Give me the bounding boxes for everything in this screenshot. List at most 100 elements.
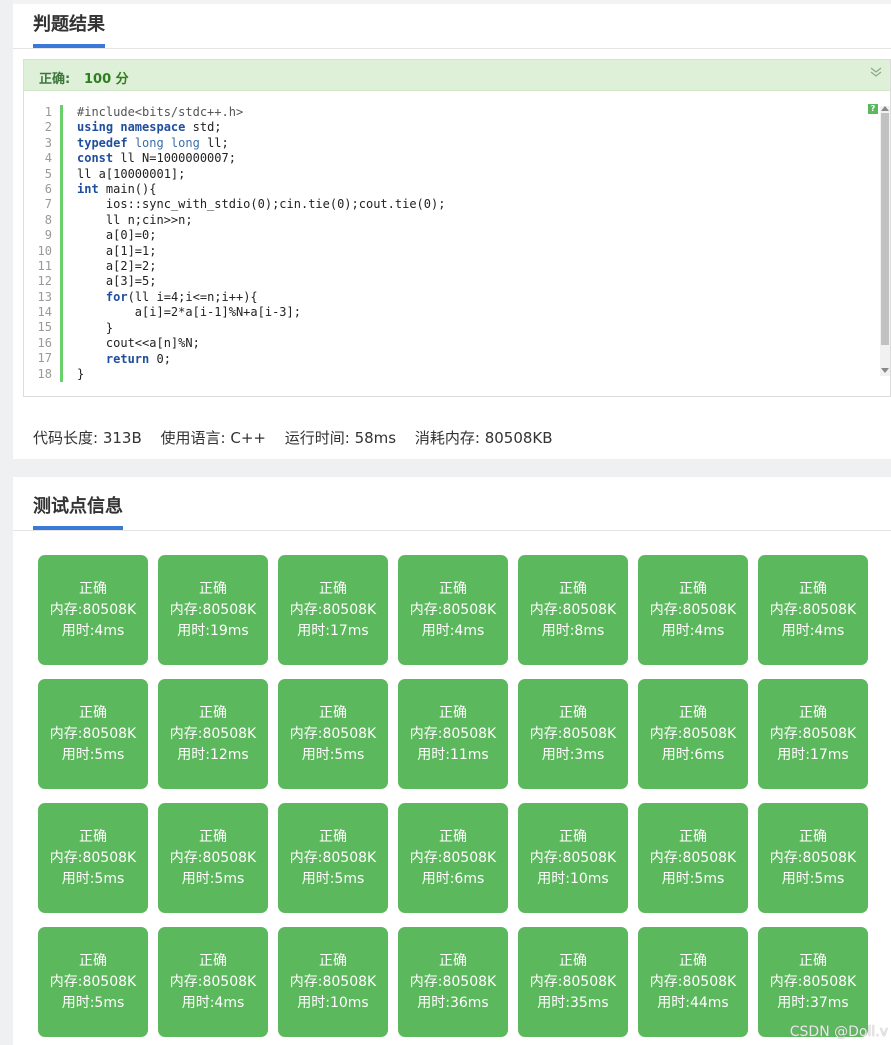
help-icon[interactable]: ?: [868, 104, 878, 114]
code-line: const ll N=1000000007;: [77, 151, 236, 166]
test-case-memory: 内存:80508K: [49, 725, 137, 742]
test-case-cell[interactable]: 正确 内存:80508K 用时:37ms: [758, 927, 868, 1037]
test-case-cell[interactable]: 正确 内存:80508K 用时:4ms: [38, 555, 148, 665]
tests-divider: [13, 530, 891, 531]
test-case-time: 用时:12ms: [177, 746, 249, 763]
line-number: 11: [37, 258, 52, 273]
test-case-memory: 内存:80508K: [169, 973, 257, 990]
test-case-cell[interactable]: 正确 内存:80508K 用时:5ms: [758, 803, 868, 913]
test-case-status: 正确: [559, 952, 587, 969]
test-case-status: 正确: [799, 580, 827, 597]
test-case-status: 正确: [439, 952, 467, 969]
test-case-cell[interactable]: 正确 内存:80508K 用时:5ms: [38, 679, 148, 789]
test-case-time: 用时:37ms: [777, 994, 849, 1011]
code-line: return 0;: [105, 351, 171, 366]
code-line: }: [77, 366, 85, 381]
test-case-status: 正确: [319, 952, 347, 969]
code-line: cout<<a[n]%N;: [77, 336, 200, 351]
test-case-memory: 内存:80508K: [289, 601, 377, 618]
test-case-memory: 内存:80508K: [409, 601, 497, 618]
test-case-cell[interactable]: 正确 内存:80508K 用时:10ms: [518, 803, 628, 913]
test-case-cell[interactable]: 正确 内存:80508K 用时:17ms: [758, 679, 868, 789]
result-header[interactable]: 正确: 100 分: [24, 60, 890, 91]
test-case-cell[interactable]: 正确 内存:80508K 用时:11ms: [398, 679, 508, 789]
test-case-cell[interactable]: 正确 内存:80508K 用时:17ms: [278, 555, 388, 665]
test-case-cell[interactable]: 正确 内存:80508K 用时:5ms: [278, 679, 388, 789]
code-line: typedef long long ll;: [77, 135, 229, 150]
test-case-memory: 内存:80508K: [769, 973, 857, 990]
test-case-memory: 内存:80508K: [49, 973, 137, 990]
language: 使用语言: C++: [160, 429, 266, 447]
test-case-cell[interactable]: 正确 内存:80508K 用时:8ms: [518, 555, 628, 665]
test-case-cell[interactable]: 正确 内存:80508K 用时:3ms: [518, 679, 628, 789]
run-time: 运行时间: 58ms: [284, 429, 397, 447]
code-line: int main(){: [77, 182, 157, 197]
test-case-status: 正确: [679, 704, 707, 721]
test-case-status: 正确: [439, 828, 467, 845]
test-case-memory: 内存:80508K: [409, 973, 497, 990]
code-line: a[1]=1;: [77, 243, 157, 258]
test-case-cell[interactable]: 正确 内存:80508K 用时:12ms: [158, 679, 268, 789]
test-case-time: 用时:4ms: [421, 622, 485, 639]
test-case-cell[interactable]: 正确 内存:80508K 用时:19ms: [158, 555, 268, 665]
test-case-status: 正确: [319, 580, 347, 597]
test-case-status: 正确: [199, 828, 227, 845]
test-case-memory: 内存:80508K: [169, 725, 257, 742]
test-case-time: 用时:35ms: [537, 994, 609, 1011]
test-case-status: 正确: [679, 580, 707, 597]
test-case-status: 正确: [679, 828, 707, 845]
test-case-cell[interactable]: 正确 内存:80508K 用时:5ms: [158, 803, 268, 913]
line-number: 6: [44, 181, 52, 196]
test-case-time: 用时:4ms: [181, 994, 245, 1011]
line-number: 5: [44, 166, 52, 181]
test-case-cell[interactable]: 正确 内存:80508K 用时:6ms: [638, 679, 748, 789]
test-case-status: 正确: [319, 704, 347, 721]
test-case-cell[interactable]: 正确 内存:80508K 用时:4ms: [758, 555, 868, 665]
scroll-down-arrow-icon[interactable]: [881, 368, 889, 373]
test-case-cell[interactable]: 正确 内存:80508K 用时:6ms: [398, 803, 508, 913]
code-viewer[interactable]: 1 2 3 4 5 6 7 8 9 10 11 12 13 14 15 16 17 18 #include<bit…: [24, 91, 890, 396]
test-case-cell[interactable]: 正确 内存:80508K 用时:5ms: [38, 803, 148, 913]
test-case-cell[interactable]: 正确 内存:80508K 用时:5ms: [38, 927, 148, 1037]
test-case-time: 用时:5ms: [301, 870, 365, 887]
test-case-time: 用时:5ms: [61, 994, 125, 1011]
test-case-memory: 内存:80508K: [289, 973, 377, 990]
line-number-gutter: 1 2 3 4 5 6 7 8 9 10 11 12 13 14 15 16 17 18: [24, 105, 52, 382]
scroll-up-arrow-icon[interactable]: [881, 106, 889, 111]
test-case-status: 正确: [199, 952, 227, 969]
test-case-time: 用时:5ms: [181, 870, 245, 887]
code-line: a[2]=2;: [77, 259, 157, 274]
test-case-time: 用时:11ms: [417, 746, 489, 763]
test-case-memory: 内存:80508K: [649, 849, 737, 866]
test-case-status: 正确: [679, 952, 707, 969]
test-case-cell[interactable]: 正确 内存:80508K 用时:4ms: [638, 555, 748, 665]
test-case-cell[interactable]: 正确 内存:80508K 用时:5ms: [278, 803, 388, 913]
test-case-cell[interactable]: 正确 内存:80508K 用时:44ms: [638, 927, 748, 1037]
test-case-cell[interactable]: 正确 内存:80508K 用时:35ms: [518, 927, 628, 1037]
code-line: a[i]=2*a[i-1]%N+a[i-3];: [77, 305, 301, 320]
test-case-memory: 内存:80508K: [649, 973, 737, 990]
test-case-status: 正确: [439, 704, 467, 721]
test-case-status: 正确: [439, 580, 467, 597]
test-case-cell[interactable]: 正确 内存:80508K 用时:5ms: [638, 803, 748, 913]
code-gutter-bar: [60, 105, 63, 382]
test-case-memory: 内存:80508K: [529, 601, 617, 618]
test-case-memory: 内存:80508K: [169, 601, 257, 618]
line-number: 12: [37, 274, 52, 289]
code-line: #include<bits/stdc++.h>: [77, 105, 244, 119]
memory-usage: 消耗内存: 80508KB: [414, 429, 553, 447]
result-divider: [13, 48, 891, 49]
test-case-cell[interactable]: 正确 内存:80508K 用时:36ms: [398, 927, 508, 1037]
test-case-cell[interactable]: 正确内存:80508K 用时:4ms: [398, 555, 508, 665]
test-case-cell[interactable]: 正确 内存:80508K 用时:10ms: [278, 927, 388, 1037]
test-case-memory: 内存:80508K: [769, 725, 857, 742]
code-line: for(ll i=4;i<=n;i++){: [105, 289, 258, 304]
code-line: a[3]=5;: [77, 274, 157, 289]
test-case-time: 用时:6ms: [661, 746, 725, 763]
test-case-cell[interactable]: 正确内存:80508K 用时:4ms: [158, 927, 268, 1037]
scrollbar-thumb[interactable]: [881, 113, 889, 345]
test-case-memory: 内存:80508K: [529, 725, 617, 742]
double-chevron-down-icon[interactable]: [868, 64, 884, 80]
tests-panel: 测试点信息 正确 内存:80508K 用时:4ms 正确 内存:80508K 用时:19m…: [13, 477, 891, 1045]
test-case-time: 用时:4ms: [61, 622, 125, 639]
